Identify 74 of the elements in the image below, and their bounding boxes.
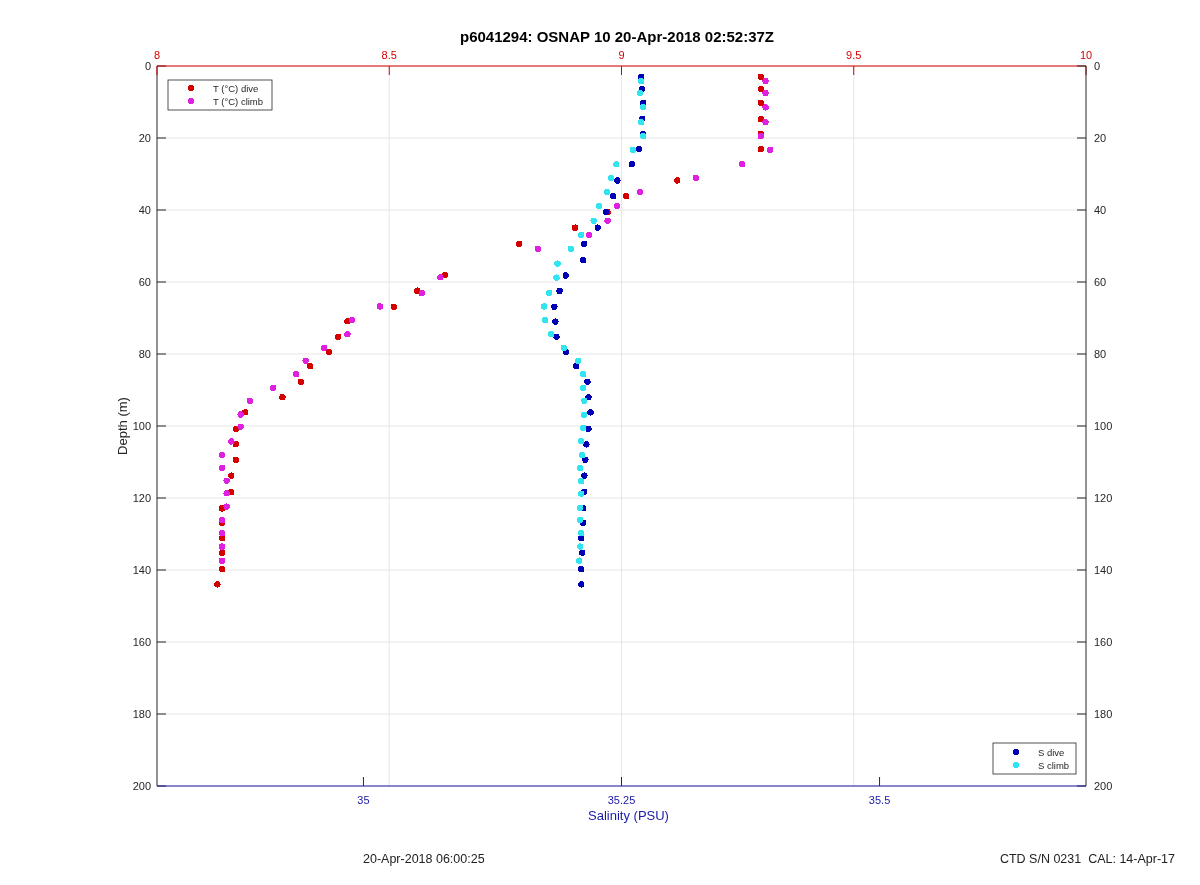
axis-tick-label: 200	[1094, 780, 1113, 792]
data-point	[562, 272, 569, 279]
data-point	[516, 240, 523, 248]
data-point	[390, 303, 398, 311]
axis-tick-label: 35.25	[607, 794, 636, 806]
data-point	[674, 177, 681, 184]
data-point	[578, 566, 585, 573]
data-point	[541, 316, 549, 324]
data-point	[214, 581, 221, 588]
data-point	[580, 256, 587, 264]
data-point	[613, 161, 620, 168]
legend-label: S dive	[1038, 747, 1065, 758]
axis-tick-label: 9	[618, 49, 625, 61]
data-point	[246, 397, 254, 404]
data-point	[534, 245, 542, 253]
data-point	[546, 289, 553, 296]
data-point	[567, 245, 575, 253]
axis-tick-label: 40	[138, 204, 151, 216]
axis-tick-label: 20	[1094, 132, 1107, 144]
data-point	[344, 331, 351, 338]
footer-calibration: CTD S/N 0231 CAL: 14-Apr-17	[999, 852, 1175, 866]
data-point	[376, 303, 384, 310]
axis-tick-label: 10	[1079, 49, 1093, 61]
data-point	[551, 303, 558, 311]
axis-tick-label: 0	[1094, 60, 1101, 72]
legend-label: S climb	[1038, 760, 1070, 771]
axis-tick-label: 20	[138, 132, 151, 144]
axis-tick-label: 120	[1094, 492, 1113, 504]
data-point	[622, 193, 630, 200]
data-point	[334, 333, 342, 340]
axis-tick-label: 40	[1094, 204, 1107, 216]
data-point	[218, 566, 226, 573]
y-axis-label: Depth (m)	[115, 397, 130, 455]
data-point	[218, 451, 226, 459]
axis-tick-label: 180	[1094, 708, 1113, 720]
data-point	[540, 303, 548, 310]
data-point	[556, 287, 563, 295]
axis-tick-label: 35.5	[868, 794, 891, 806]
data-point	[578, 581, 585, 588]
axis-tick-label: 80	[1094, 348, 1107, 360]
axis-tick-label: 160	[1094, 636, 1113, 648]
axis-tick-label: 9.5	[846, 49, 862, 61]
axis-tick-label: 100	[1094, 420, 1113, 432]
axis-tick-label: 0	[144, 60, 151, 72]
data-point	[554, 260, 561, 267]
data-point	[636, 188, 644, 196]
axis-tick-label: 160	[132, 636, 151, 648]
axis-tick-label: 8.5	[381, 49, 397, 61]
axis-tick-label: 120	[132, 492, 151, 504]
axis-tick-label: 200	[132, 780, 151, 792]
chart-title: p6041294: OSNAP 10 20-Apr-2018 02:52:37Z	[459, 28, 775, 45]
data-point	[553, 274, 560, 281]
data-point	[692, 174, 699, 182]
axis-tick-label: 180	[132, 708, 151, 720]
data-point	[269, 384, 277, 392]
axis-tick-label: 60	[138, 276, 151, 288]
axis-tick-label: 35	[357, 794, 370, 806]
legend-label: T (°C) climb	[213, 96, 264, 107]
axis-tick-label: 140	[1094, 564, 1113, 576]
data-point	[628, 161, 635, 168]
axis-tick-label: 8	[153, 49, 161, 61]
data-point	[613, 202, 621, 210]
axis-tick-label: 140	[132, 564, 151, 576]
data-point	[552, 318, 559, 325]
data-point	[232, 456, 240, 464]
axis-tick-label: 60	[1094, 276, 1107, 288]
footer-date: 20-Apr-2018 06:00:25	[363, 852, 485, 866]
data-point	[218, 464, 226, 471]
data-point	[739, 161, 746, 168]
legend-label: T (°C) dive	[213, 83, 259, 94]
axis-tick-label: 100	[132, 420, 151, 432]
data-point	[279, 394, 286, 401]
axis-tick-label: 80	[138, 348, 151, 360]
x-axis-label: Salinity (PSU)	[588, 808, 669, 823]
